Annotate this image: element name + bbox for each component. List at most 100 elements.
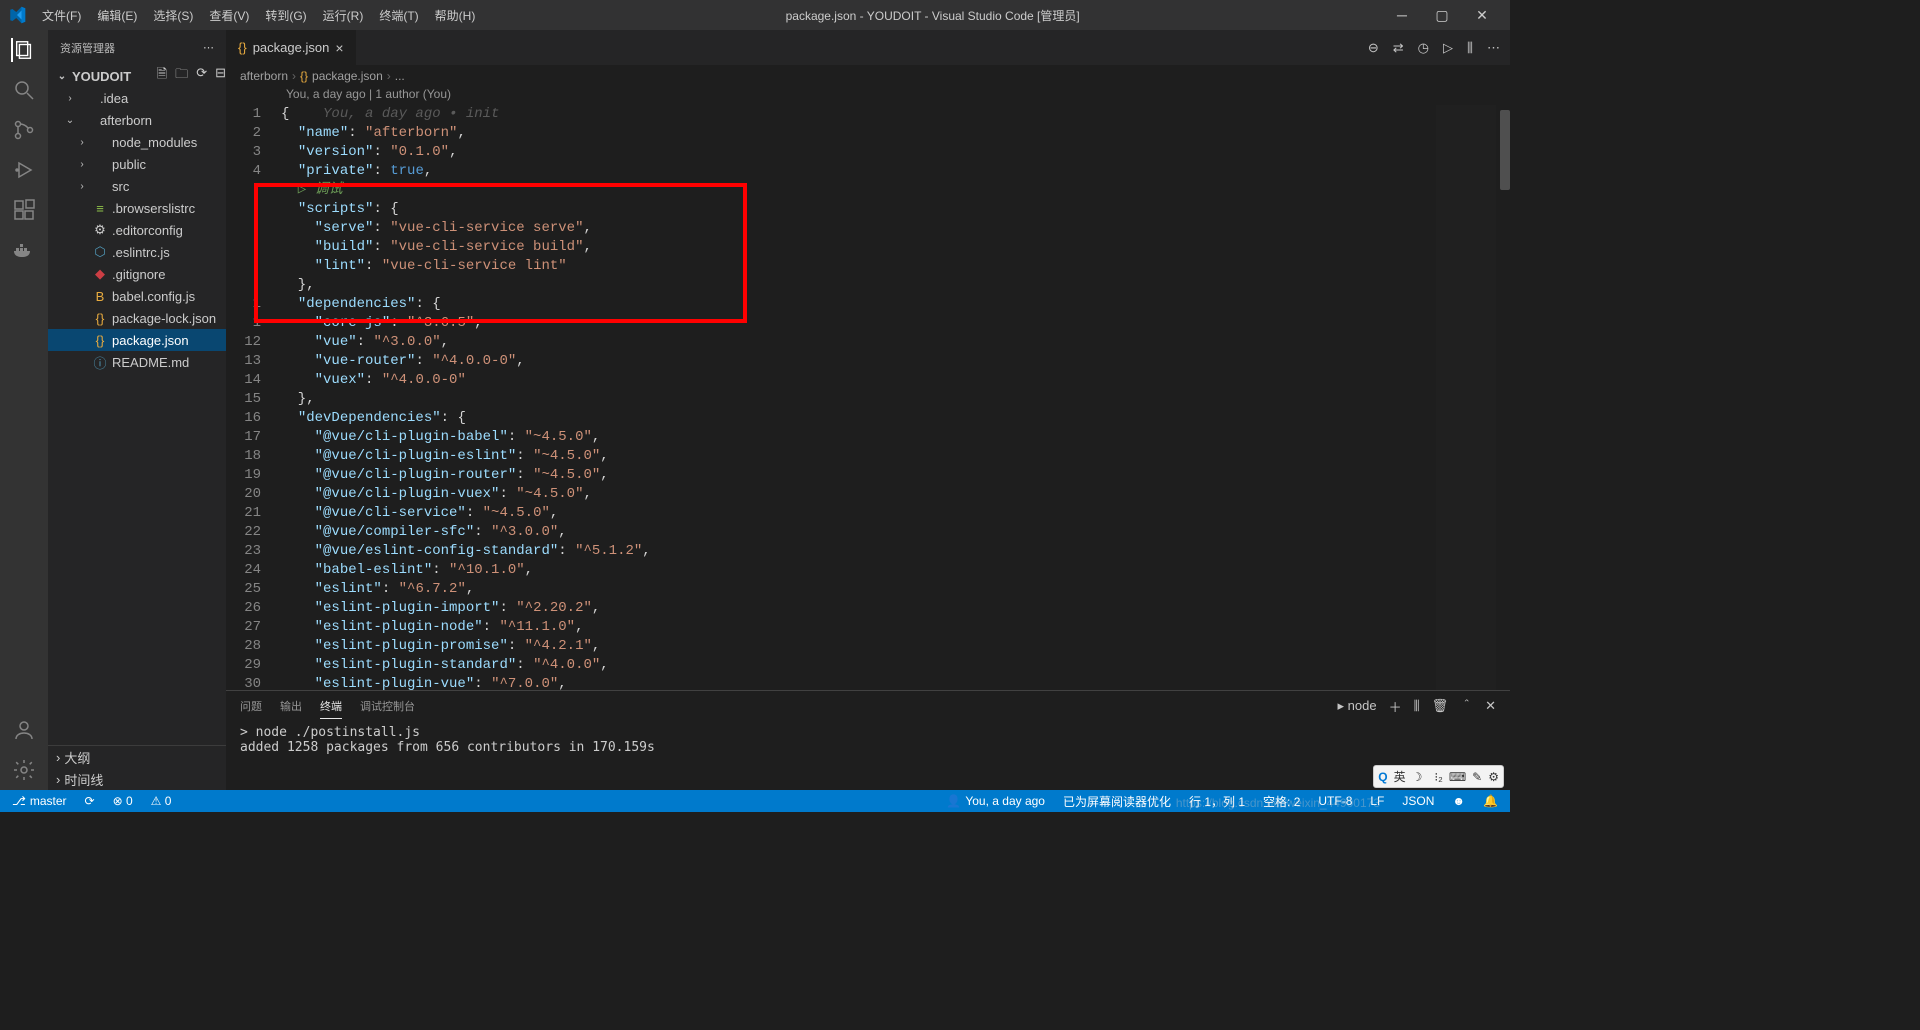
- code-line[interactable]: 15 },: [226, 390, 1510, 409]
- code-line[interactable]: 16 "devDependencies": {: [226, 409, 1510, 428]
- account-icon[interactable]: [12, 718, 36, 742]
- new-terminal-icon[interactable]: ＋: [1389, 693, 1402, 720]
- menu-item[interactable]: 查看(V): [201, 3, 257, 28]
- explorer-icon[interactable]: [11, 38, 35, 62]
- code-line[interactable]: 19 "@vue/cli-plugin-router": "~4.5.0",: [226, 466, 1510, 485]
- tree-folder[interactable]: ›node_modules: [48, 131, 226, 153]
- docker-icon[interactable]: [12, 238, 36, 262]
- maximize-icon[interactable]: ▢: [1422, 7, 1462, 24]
- code-line[interactable]: "build": "vue-cli-service build",: [226, 238, 1510, 257]
- status-feedback-icon[interactable]: ☻: [1448, 794, 1469, 808]
- code-line[interactable]: 1 "core-js": "^3.6.5",: [226, 314, 1510, 333]
- ime-tool-icon[interactable]: ✎: [1472, 770, 1482, 784]
- tree-file[interactable]: ◆.gitignore: [48, 263, 226, 285]
- code-line[interactable]: 29 "eslint-plugin-standard": "^4.0.0",: [226, 656, 1510, 675]
- code-line[interactable]: 13 "vue-router": "^4.0.0-0",: [226, 352, 1510, 371]
- code-line[interactable]: 12 "vue": "^3.0.0",: [226, 333, 1510, 352]
- code-line[interactable]: 26 "eslint-plugin-import": "^2.20.2",: [226, 599, 1510, 618]
- tree-file[interactable]: Bbabel.config.js: [48, 285, 226, 307]
- tree-folder[interactable]: ›public: [48, 153, 226, 175]
- vertical-scrollbar[interactable]: [1496, 105, 1510, 690]
- status-screen-reader[interactable]: 已为屏幕阅读器优化: [1059, 793, 1175, 810]
- tab-close-icon[interactable]: ×: [335, 40, 343, 56]
- split-terminal-icon[interactable]: ⫼: [1414, 694, 1420, 718]
- panel-tab[interactable]: 终端: [320, 694, 342, 719]
- status-indent[interactable]: 空格: 2: [1259, 793, 1304, 810]
- breadcrumb[interactable]: afterborn › {} package.json › ...: [226, 65, 1510, 87]
- code-line[interactable]: 25 "eslint": "^6.7.2",: [226, 580, 1510, 599]
- code-line[interactable]: 2 "name": "afterborn",: [226, 124, 1510, 143]
- menu-item[interactable]: 编辑(E): [89, 3, 145, 28]
- code-line[interactable]: 14 "vuex": "^4.0.0-0": [226, 371, 1510, 390]
- code-line[interactable]: "lint": "vue-cli-service lint": [226, 257, 1510, 276]
- ime-lang[interactable]: 英: [1394, 768, 1406, 785]
- status-branch[interactable]: ⎇ master: [8, 794, 71, 808]
- panel-tab[interactable]: 调试控制台: [360, 694, 415, 718]
- gitlens-toggle-icon[interactable]: ⊖: [1368, 40, 1379, 56]
- tab-package-json[interactable]: {} package.json ×: [226, 30, 357, 65]
- status-language[interactable]: JSON: [1398, 794, 1438, 808]
- code-line[interactable]: 3 "version": "0.1.0",: [226, 143, 1510, 162]
- ime-moon-icon[interactable]: ☽: [1412, 770, 1423, 784]
- code-line[interactable]: },: [226, 276, 1510, 295]
- code-line[interactable]: 24 "babel-eslint": "^10.1.0",: [226, 561, 1510, 580]
- search-icon[interactable]: [12, 78, 36, 102]
- run-debug-icon[interactable]: [12, 158, 36, 182]
- new-folder-icon[interactable]: 🗀: [175, 65, 188, 87]
- code-line[interactable]: 23 "@vue/eslint-config-standard": "^5.1.…: [226, 542, 1510, 561]
- code-line[interactable]: 22 "@vue/compiler-sfc": "^3.0.0",: [226, 523, 1510, 542]
- terminal-body[interactable]: > node ./postinstall.jsadded 1258 packag…: [226, 721, 1510, 790]
- collapse-icon[interactable]: ⊟: [215, 65, 226, 87]
- status-warnings[interactable]: ⚠ 0: [147, 794, 176, 808]
- menu-item[interactable]: 文件(F): [34, 3, 89, 28]
- extensions-icon[interactable]: [12, 198, 36, 222]
- status-encoding[interactable]: UTF-8: [1314, 794, 1356, 808]
- ime-tool-icon[interactable]: ⁝₂: [1434, 770, 1442, 784]
- tree-folder[interactable]: ›src: [48, 175, 226, 197]
- code-line[interactable]: 30 "eslint-plugin-vue": "^7.0.0",: [226, 675, 1510, 690]
- code-editor[interactable]: 1{ You, a day ago • init2 "name": "after…: [226, 105, 1510, 690]
- status-errors[interactable]: ⊗ 0: [109, 794, 137, 808]
- code-line[interactable]: 1 "dependencies": {: [226, 295, 1510, 314]
- menu-item[interactable]: 转到(G): [257, 3, 314, 28]
- sidebar-more-icon[interactable]: ⋯: [203, 41, 214, 54]
- status-bell-icon[interactable]: 🔔: [1479, 794, 1502, 808]
- more-actions-icon[interactable]: ⋯: [1487, 40, 1500, 56]
- code-line[interactable]: 17 "@vue/cli-plugin-babel": "~4.5.0",: [226, 428, 1510, 447]
- close-panel-icon[interactable]: ✕: [1485, 694, 1496, 718]
- timeline-section[interactable]: ›时间线: [48, 768, 226, 790]
- split-editor-icon[interactable]: ⫼: [1467, 40, 1473, 56]
- code-line[interactable]: 21 "@vue/cli-service": "~4.5.0",: [226, 504, 1510, 523]
- code-line[interactable]: 27 "eslint-plugin-node": "^11.1.0",: [226, 618, 1510, 637]
- status-sync[interactable]: ⟳: [81, 794, 99, 808]
- outline-section[interactable]: ›大纲: [48, 746, 226, 768]
- minimize-icon[interactable]: ─: [1382, 7, 1422, 24]
- code-line[interactable]: "scripts": {: [226, 200, 1510, 219]
- tree-folder[interactable]: ⌄afterborn: [48, 109, 226, 131]
- code-line[interactable]: 20 "@vue/cli-plugin-vuex": "~4.5.0",: [226, 485, 1510, 504]
- menu-item[interactable]: 终端(T): [371, 3, 426, 28]
- tree-file[interactable]: ⚙.editorconfig: [48, 219, 226, 241]
- history-icon[interactable]: ◷: [1418, 40, 1429, 56]
- tree-file[interactable]: ≡.browserslistrc: [48, 197, 226, 219]
- refresh-icon[interactable]: ⟳: [196, 65, 207, 87]
- ime-toolbar[interactable]: Q 英 ☽ ⁝₂⌨✎⚙: [1373, 765, 1504, 788]
- menu-item[interactable]: 帮助(H): [427, 3, 484, 28]
- ime-tool-icon[interactable]: ⌨: [1449, 770, 1466, 784]
- minimap[interactable]: [1436, 105, 1496, 690]
- tree-file[interactable]: {}package-lock.json: [48, 307, 226, 329]
- code-line[interactable]: ▷ 调试: [226, 181, 1510, 200]
- menu-item[interactable]: 运行(R): [315, 3, 372, 28]
- close-icon[interactable]: ✕: [1462, 7, 1502, 24]
- tree-folder[interactable]: ›.idea: [48, 87, 226, 109]
- code-line[interactable]: 18 "@vue/cli-plugin-eslint": "~4.5.0",: [226, 447, 1510, 466]
- code-line[interactable]: "serve": "vue-cli-service serve",: [226, 219, 1510, 238]
- code-line[interactable]: 4 "private": true,: [226, 162, 1510, 181]
- terminal-shell-label[interactable]: ▸ node: [1338, 694, 1377, 718]
- run-icon[interactable]: ▷: [1443, 40, 1453, 56]
- status-cursor-pos[interactable]: 行 1，列 1: [1185, 793, 1249, 810]
- status-eol[interactable]: LF: [1366, 794, 1388, 808]
- code-line[interactable]: 28 "eslint-plugin-promise": "^4.2.1",: [226, 637, 1510, 656]
- ime-tool-icon[interactable]: ⚙: [1488, 770, 1499, 784]
- tree-file[interactable]: {}package.json: [48, 329, 226, 351]
